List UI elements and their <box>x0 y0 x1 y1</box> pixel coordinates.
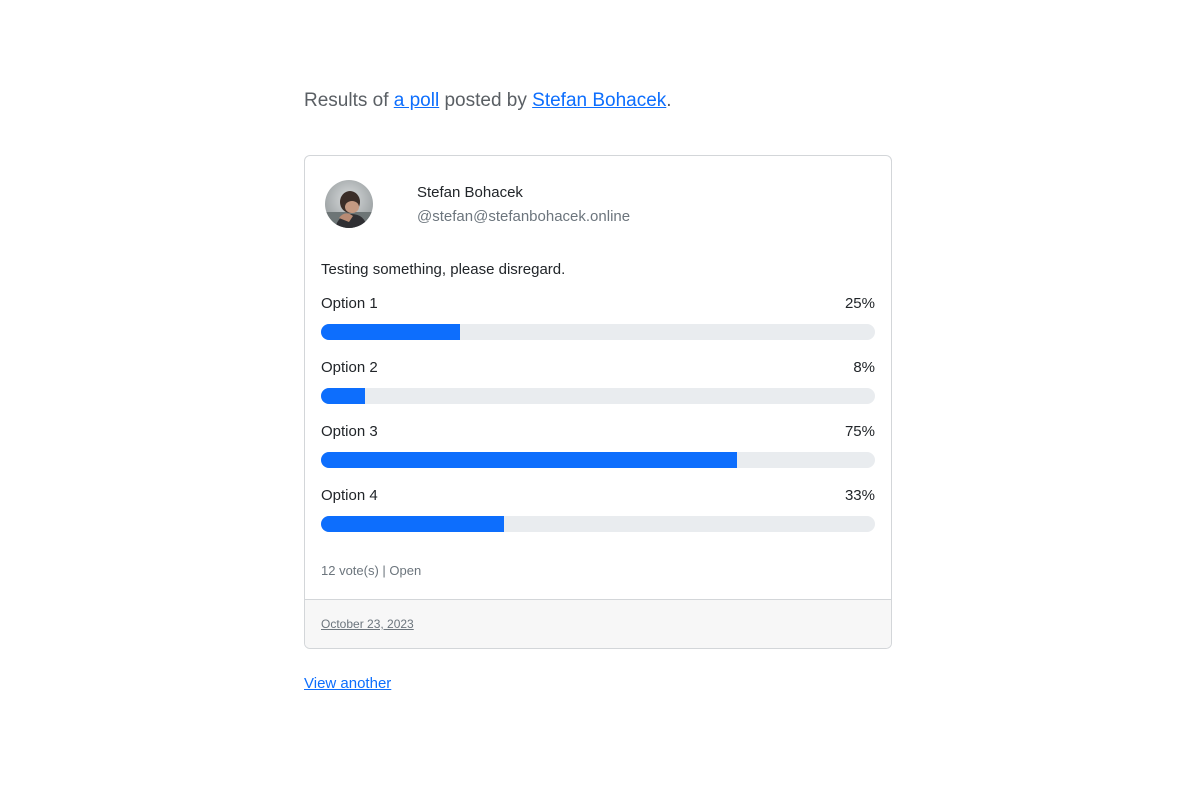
option-percent: 75% <box>844 423 875 440</box>
progress-track <box>321 452 875 468</box>
option-label: Option 4 <box>321 487 378 504</box>
post-date-link[interactable]: October 23, 2023 <box>321 617 414 631</box>
poll-card-body: Stefan Bohacek @stefan@stefanbohacek.onl… <box>305 156 891 599</box>
poll-option-2: Option 2 8% <box>321 356 875 404</box>
option-percent: 8% <box>853 359 875 376</box>
main-container: Results of a poll posted by Stefan Bohac… <box>304 88 892 693</box>
intro-prefix: Results of <box>304 90 394 111</box>
poll-option-4: Option 4 33% <box>321 484 875 532</box>
option-label: Option 2 <box>321 359 378 376</box>
poll-option-3: Option 3 75% <box>321 420 875 468</box>
progress-fill <box>321 324 460 340</box>
progress-fill <box>321 388 366 404</box>
post-text: Testing something, please disregard. <box>321 261 566 278</box>
avatar-image <box>325 180 373 228</box>
progress-track <box>321 388 875 404</box>
option-percent: 25% <box>844 295 875 312</box>
author-name[interactable]: Stefan Bohacek <box>417 183 630 203</box>
poll-card: Stefan Bohacek @stefan@stefanbohacek.onl… <box>304 155 892 649</box>
option-label: Option 3 <box>321 423 378 440</box>
avatar[interactable] <box>325 180 373 228</box>
intro-suffix: . <box>666 90 672 111</box>
option-percent: 33% <box>844 487 875 504</box>
page-intro: Results of a poll posted by Stefan Bohac… <box>304 88 892 114</box>
option-row: Option 1 25% <box>321 292 875 316</box>
option-row: Option 4 33% <box>321 484 875 508</box>
poll-summary: 12 vote(s) | Open <box>321 563 422 578</box>
poll-option-1: Option 1 25% <box>321 292 875 340</box>
intro-middle: posted by <box>439 90 533 111</box>
author-info: Stefan Bohacek @stefan@stefanbohacek.onl… <box>417 183 630 227</box>
option-row: Option 3 75% <box>321 420 875 444</box>
progress-track <box>321 516 875 532</box>
progress-track <box>321 324 875 340</box>
poll-options: Option 1 25% Option 2 8% Option 3 75% Op… <box>321 292 875 532</box>
author-handle: @stefan@stefanbohacek.online <box>417 208 631 225</box>
option-row: Option 2 8% <box>321 356 875 380</box>
option-label: Option 1 <box>321 295 378 312</box>
author-link[interactable]: Stefan Bohacek <box>532 90 666 111</box>
progress-fill <box>321 452 737 468</box>
progress-fill <box>321 516 504 532</box>
view-another-link[interactable]: View another <box>304 675 391 692</box>
poll-link[interactable]: a poll <box>394 90 439 111</box>
card-footer: October 23, 2023 <box>305 599 891 648</box>
post-author: Stefan Bohacek @stefan@stefanbohacek.onl… <box>321 180 875 230</box>
